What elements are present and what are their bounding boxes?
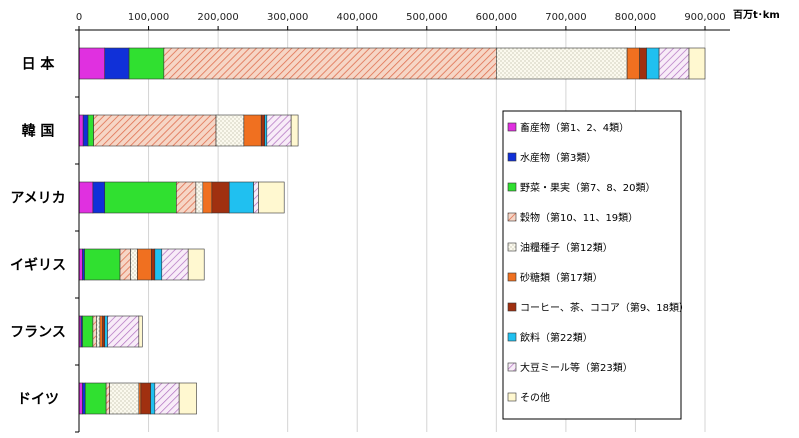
bar-segment (253, 181, 259, 214)
x-tick-label: 700,000 (545, 12, 586, 23)
bar-segment (639, 47, 647, 80)
bar-segment (140, 382, 151, 415)
stacked-bar-chart: 0 100,000 200,000 300,000 400,000 500,000 600,… (10, 9, 780, 433)
x-tick-label: 0 (76, 12, 82, 23)
legend-entry: 大豆ミール等（第23類） (520, 361, 633, 374)
legend-swatch (507, 242, 517, 252)
bar-segment (138, 315, 143, 348)
x-tick-label: 800,000 (615, 12, 656, 23)
x-tick-labels: 0 100,000 200,000 300,000 400,000 500,000 600,… (76, 12, 726, 23)
bar-segment (195, 181, 204, 214)
legend-swatch (507, 332, 517, 342)
bar-segment (119, 248, 131, 281)
bar-segment (78, 47, 106, 80)
bar-segment (228, 181, 254, 214)
category-labels: 日 本韓 国アメリカイギリスフランスドイツ (10, 56, 66, 408)
bar-segment (102, 315, 106, 348)
category-label: ドイツ (17, 392, 59, 408)
bar-segment (260, 114, 266, 147)
legend-swatch (507, 272, 517, 282)
bar-segment (105, 382, 110, 415)
bar-segment (104, 181, 177, 214)
bar-segment (82, 382, 86, 415)
legend-entry: 野菜・果実（第7、8、20類） (520, 181, 655, 194)
bar-segment (646, 47, 660, 80)
bar-segment (264, 114, 268, 147)
bar-segment (104, 47, 130, 80)
bar-segment (154, 248, 163, 281)
bar-segment (93, 114, 217, 147)
legend-swatch (507, 362, 517, 372)
bar-segment (266, 114, 292, 147)
legend-entry: 砂糖類（第17類） (520, 271, 603, 284)
bar-segment (104, 315, 108, 348)
x-tick-label: 400,000 (337, 12, 378, 23)
legend-entry: その他 (520, 391, 550, 404)
x-tick-label: 600,000 (476, 12, 517, 23)
bar-segment (92, 315, 97, 348)
bar-segment (137, 248, 152, 281)
bar-segment (202, 181, 213, 214)
unit-label: 百万t･km (733, 9, 780, 21)
bar-segment (78, 181, 94, 214)
category-label: フランス (10, 325, 66, 341)
bar-segment (84, 248, 121, 281)
x-tick-label: 900,000 (684, 12, 725, 23)
legend-entry: 飲料（第22類） (520, 331, 593, 344)
bar-segment (138, 382, 142, 415)
bar-segment (109, 382, 140, 415)
bar-segment (82, 114, 89, 147)
legend-swatch (507, 212, 517, 222)
bar-segment (176, 181, 197, 214)
legend-entry: コーヒー、茶、ココア（第9、18類） (520, 301, 689, 314)
bar-segment (78, 114, 84, 147)
legend-entry: 水産物（第3類） (520, 151, 596, 164)
bar-segment (688, 47, 706, 80)
bar-segment (290, 114, 299, 147)
bar-segment (178, 382, 197, 415)
bar-segment (82, 315, 94, 348)
bar-segment (150, 382, 156, 415)
bar-segment (130, 248, 138, 281)
bar-segment (99, 315, 103, 348)
legend-entry: 油糧種子（第12類） (520, 241, 613, 254)
bar-segment (258, 181, 285, 214)
category-label: 日 本 (22, 56, 56, 73)
legend-swatch (507, 182, 517, 192)
bar-segment (163, 47, 497, 80)
x-tick-label: 200,000 (197, 12, 238, 23)
legend-entry: 穀物（第10、11、19類） (520, 211, 638, 224)
bar-segment (161, 248, 189, 281)
bar-segment (211, 181, 230, 214)
legend-swatch (507, 122, 517, 132)
bar-segment (96, 315, 101, 348)
category-label: 韓 国 (22, 123, 55, 140)
bar-segment (658, 47, 690, 80)
legend-swatch (507, 152, 517, 162)
bar-segment (82, 248, 85, 281)
bar-segment (107, 315, 140, 348)
bar-segment (84, 382, 107, 415)
bar-segment (187, 248, 205, 281)
bar-segment (128, 47, 165, 80)
bar-segment (151, 248, 156, 281)
bar-segment (92, 181, 106, 214)
bar-segment (78, 382, 83, 415)
category-label: アメリカ (10, 191, 65, 207)
legend: 畜産物（第1、2、4類） 水産物（第3類） 野菜・果実（第7、8、20類） 穀物（第1… (502, 110, 689, 420)
legend-entry: 畜産物（第1、2、4類） (520, 121, 629, 134)
bar-segment (78, 248, 83, 281)
bar-segment (243, 114, 262, 147)
x-tick-label: 500,000 (406, 12, 447, 23)
bar-segment (626, 47, 640, 80)
bar-segment (215, 114, 245, 147)
legend-swatch (507, 302, 517, 312)
category-label: イギリス (10, 257, 66, 274)
x-tick-label: 300,000 (267, 12, 308, 23)
bar-segment (87, 114, 94, 147)
bar-segment (496, 47, 628, 80)
x-tick-label: 100,000 (128, 12, 169, 23)
bar-segment (154, 382, 180, 415)
legend-swatch (507, 392, 517, 402)
